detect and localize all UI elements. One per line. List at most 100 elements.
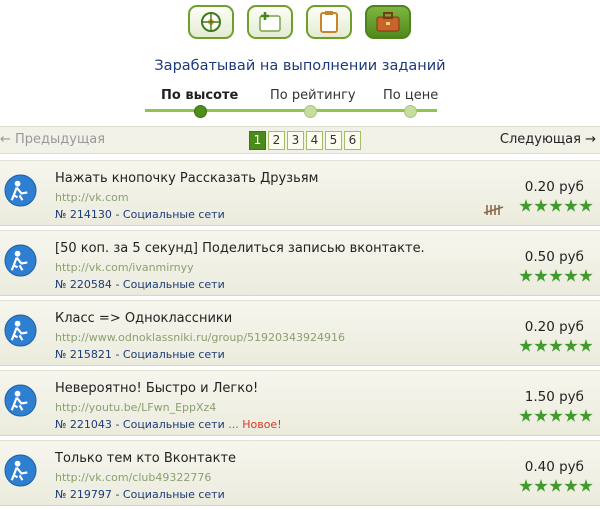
task-title[interactable]: Класс => Одноклассники: [55, 311, 232, 326]
sort-dot-active: [194, 105, 207, 118]
worker-badge-icon: [4, 384, 37, 417]
task-url[interactable]: http://vk.com/club49322776: [55, 471, 211, 484]
star-icon: [579, 479, 593, 492]
star-icon: [519, 199, 533, 212]
sort-tab-height[interactable]: По высоте: [161, 88, 238, 103]
sort-dot: [404, 105, 417, 118]
worker-badge-icon: [4, 454, 37, 487]
rating-stars: [519, 269, 593, 283]
star-icon: [564, 479, 578, 492]
task-title[interactable]: [50 коп. за 5 секунд] Поделиться записью…: [55, 241, 425, 256]
page-2[interactable]: 2: [268, 131, 285, 150]
add-task-button[interactable]: [247, 5, 293, 39]
sort-dot: [304, 105, 317, 118]
task-title[interactable]: Нажать кнопочку Рассказать Друзьям: [55, 171, 318, 186]
star-icon: [579, 269, 593, 282]
tally-marks-icon: [483, 205, 504, 215]
next-page-link[interactable]: Следующая →: [500, 132, 596, 147]
task-meta: № 219797 - Социальные сети: [55, 488, 225, 501]
task-title[interactable]: Только тем кто Вконтакте: [55, 451, 236, 466]
new-label: ... Новое!: [228, 418, 282, 431]
rating-stars: [519, 199, 593, 213]
star-icon: [549, 339, 563, 352]
task-number: № 215821: [55, 348, 112, 361]
sort-tab-price[interactable]: По цене: [383, 88, 438, 103]
task-title[interactable]: Невероятно! Быстро и Легко!: [55, 381, 258, 396]
pagination: ← Предыдущая 1 2 3 4 5 6 Следующая →: [0, 126, 600, 154]
task-row[interactable]: Невероятно! Быстро и Легко! http://youtu…: [0, 370, 600, 436]
star-icon: [519, 339, 533, 352]
star-icon: [564, 269, 578, 282]
task-url[interactable]: http://youtu.be/LFwn_EppXz4: [55, 401, 216, 414]
top-toolbar: [188, 5, 412, 41]
task-category[interactable]: Социальные сети: [123, 488, 225, 501]
star-icon: [564, 409, 578, 422]
task-meta: № 221043 - Социальные сети ... Новое!: [55, 418, 282, 431]
star-icon: [579, 339, 593, 352]
task-number: № 220584: [55, 278, 112, 291]
clipboard-icon: [320, 11, 338, 33]
star-icon: [519, 479, 533, 492]
task-url[interactable]: http://www.odnoklassniki.ru/group/519203…: [55, 331, 345, 344]
task-list: Нажать кнопочку Рассказать Друзьям http:…: [0, 160, 600, 510]
task-row[interactable]: [50 коп. за 5 секунд] Поделиться записью…: [0, 230, 600, 296]
task-meta: № 220584 - Социальные сети: [55, 278, 225, 291]
task-category[interactable]: Социальные сети: [123, 278, 225, 291]
page-numbers: 1 2 3 4 5 6: [249, 131, 361, 150]
task-meta: № 214130 - Социальные сети: [55, 208, 225, 221]
briefcase-icon: [376, 12, 400, 32]
task-number: № 221043: [55, 418, 112, 431]
worker-badge-icon: [4, 174, 37, 207]
task-category[interactable]: Социальные сети: [123, 208, 225, 221]
task-price: 0.40 руб: [524, 459, 584, 475]
task-price: 0.20 руб: [524, 319, 584, 335]
task-url[interactable]: http://vk.com: [55, 191, 129, 204]
globe-icon: [201, 12, 221, 32]
task-price: 0.50 руб: [524, 249, 584, 265]
star-icon: [564, 339, 578, 352]
star-icon: [534, 409, 548, 422]
task-row[interactable]: Нажать кнопочку Рассказать Друзьям http:…: [0, 160, 600, 226]
page-5[interactable]: 5: [325, 131, 342, 150]
page-6[interactable]: 6: [344, 131, 361, 150]
star-icon: [549, 199, 563, 212]
briefcase-button[interactable]: [365, 5, 411, 39]
worker-badge-icon: [4, 314, 37, 347]
star-icon: [549, 409, 563, 422]
globe-button[interactable]: [188, 5, 234, 39]
sort-track: [145, 109, 437, 112]
prev-page-link[interactable]: ← Предыдущая: [0, 132, 105, 147]
star-icon: [579, 199, 593, 212]
task-category[interactable]: Социальные сети: [123, 418, 225, 431]
star-icon: [549, 479, 563, 492]
star-icon: [534, 339, 548, 352]
task-number: № 214130: [55, 208, 112, 221]
sort-tab-rating[interactable]: По рейтингу: [270, 88, 356, 103]
task-price: 0.20 руб: [524, 179, 584, 195]
star-icon: [564, 199, 578, 212]
rating-stars: [519, 339, 593, 353]
star-icon: [534, 199, 548, 212]
page-4[interactable]: 4: [306, 131, 323, 150]
star-icon: [579, 409, 593, 422]
task-price: 1.50 руб: [524, 389, 584, 405]
rating-stars: [519, 479, 593, 493]
add-window-icon: [259, 12, 281, 32]
task-row[interactable]: Только тем кто Вконтакте http://vk.com/c…: [0, 440, 600, 506]
clipboard-button[interactable]: [306, 5, 352, 39]
task-row[interactable]: Класс => Одноклассники http://www.odnokl…: [0, 300, 600, 366]
star-icon: [519, 409, 533, 422]
rating-stars: [519, 409, 593, 423]
star-icon: [534, 479, 548, 492]
worker-badge-icon: [4, 244, 37, 277]
task-url[interactable]: http://vk.com/ivanmirnyy: [55, 261, 194, 274]
page-3[interactable]: 3: [287, 131, 304, 150]
star-icon: [549, 269, 563, 282]
star-icon: [519, 269, 533, 282]
task-category[interactable]: Социальные сети: [123, 348, 225, 361]
page-heading: Зарабатывай на выполнении заданий: [154, 58, 446, 74]
task-meta: № 215821 - Социальные сети: [55, 348, 225, 361]
star-icon: [534, 269, 548, 282]
task-number: № 219797: [55, 488, 112, 501]
page-1[interactable]: 1: [249, 131, 266, 150]
